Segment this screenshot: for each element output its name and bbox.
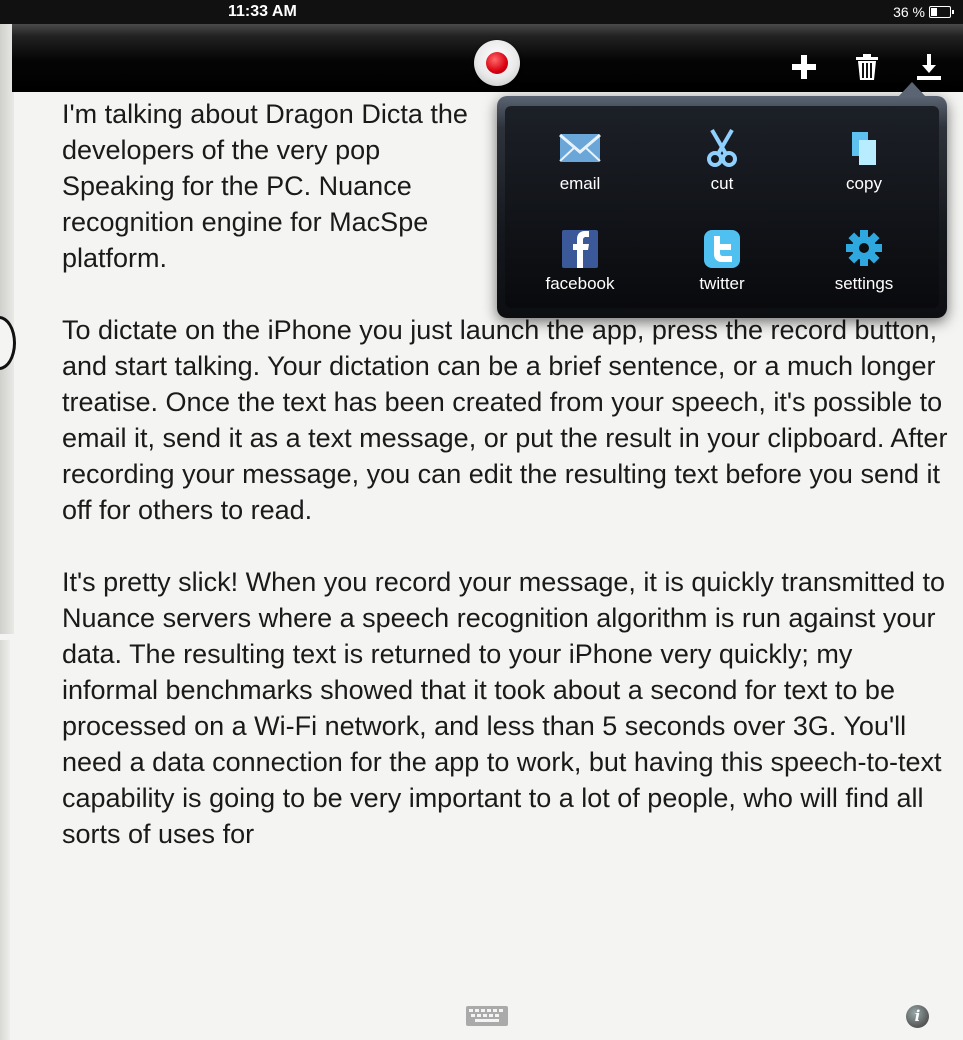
envelope-icon xyxy=(559,133,601,162)
share-email-button[interactable]: email xyxy=(515,128,645,194)
copy-icon xyxy=(852,132,876,165)
share-facebook-button[interactable]: facebook xyxy=(515,228,645,294)
share-copy-button[interactable]: copy xyxy=(799,128,929,194)
share-email-label: email xyxy=(559,174,601,193)
share-cut-label: cut xyxy=(710,174,734,193)
paragraph: I'm talking about Dragon Dicta the devel… xyxy=(62,99,468,273)
share-popover: email cut copy facebook twitter settings xyxy=(497,82,947,318)
scissors-icon xyxy=(707,128,737,167)
popover-grid: email cut copy facebook twitter settings xyxy=(505,106,939,308)
twitter-icon xyxy=(704,230,740,268)
share-settings-button[interactable]: settings xyxy=(799,228,929,294)
share-cut-button[interactable]: cut xyxy=(657,128,787,194)
share-twitter-label: twitter xyxy=(699,274,745,293)
plus-icon[interactable] xyxy=(789,52,819,82)
share-facebook-label: facebook xyxy=(545,274,615,293)
popover-arrow xyxy=(898,82,926,97)
facebook-icon xyxy=(562,230,598,268)
record-button[interactable] xyxy=(474,40,520,86)
share-twitter-button[interactable]: twitter xyxy=(657,228,787,294)
trash-icon[interactable] xyxy=(852,52,882,82)
paragraph: To dictate on the iPhone you just launch… xyxy=(62,315,948,525)
share-copy-label: copy xyxy=(846,174,882,193)
gear-icon xyxy=(846,230,882,266)
share-settings-label: settings xyxy=(834,274,894,293)
device-bezel-lower xyxy=(0,640,10,1040)
status-battery: 36 % xyxy=(893,4,954,20)
paragraph: It's pretty slick! When you record your … xyxy=(62,567,945,849)
keyboard-icon[interactable] xyxy=(466,1006,508,1026)
battery-icon xyxy=(929,6,954,18)
download-icon[interactable] xyxy=(914,52,944,82)
battery-percent: 36 % xyxy=(893,4,925,20)
status-bar: 11:33 AM 36 % xyxy=(0,0,963,24)
info-icon[interactable]: i xyxy=(906,1005,929,1028)
status-time: 11:33 AM xyxy=(228,3,297,20)
toolbar xyxy=(12,24,963,92)
